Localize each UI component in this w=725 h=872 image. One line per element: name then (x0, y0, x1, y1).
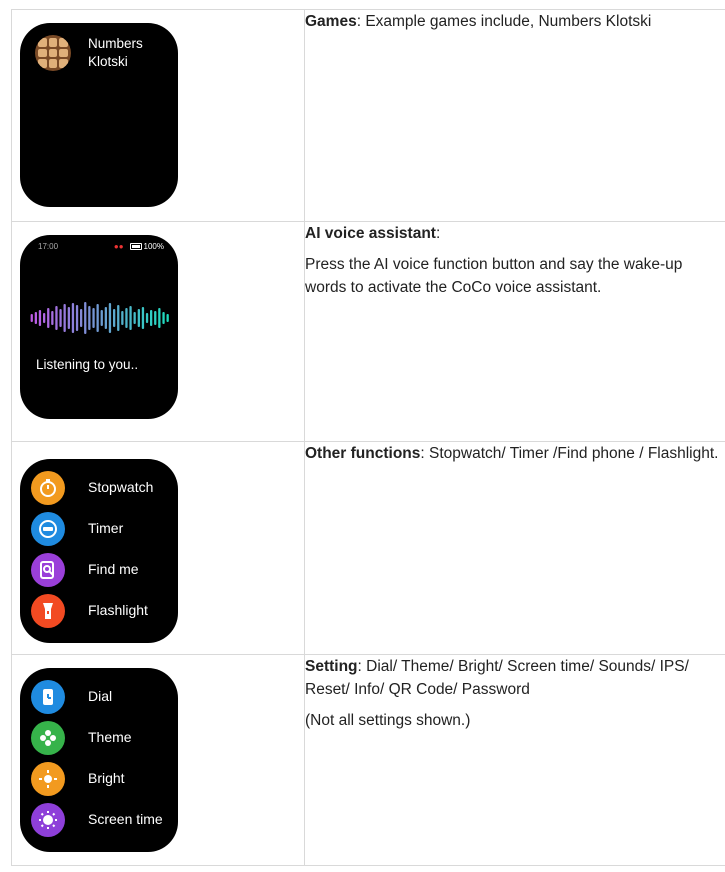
heading-voice-suffix: : (435, 225, 441, 242)
menu-item-timer: Timer (31, 512, 178, 546)
status-right: ●● 100% (114, 242, 164, 251)
watch-screen-voice: 17:00 ●● 100% Listening to you.. (20, 235, 178, 419)
menu-label-flashlight: Flashlight (88, 602, 148, 618)
heading-voice-line: AI voice assistant: (305, 222, 725, 245)
body-setting: : Dial/ Theme/ Bright/ Screen time/ Soun… (305, 658, 689, 698)
description-cell: AI voice assistant: Press the AI voice f… (304, 221, 725, 442)
description-games: Games: Example games include, Numbers Kl… (305, 10, 725, 33)
bright-icon (31, 762, 65, 796)
status-time: 17:00 (38, 242, 59, 251)
body-games: : Example games include, Numbers Klotski (356, 13, 652, 30)
heading-voice: AI voice assistant (305, 225, 436, 242)
watch-cell: Stopwatch Timer Find me Flashlight (11, 441, 305, 655)
watch-screen-setting: Dial Theme Bright Screen time (20, 668, 178, 852)
heading-other: Other functions (305, 445, 421, 462)
theme-icon (31, 721, 65, 755)
game-name-line-2: Klotski (88, 54, 128, 69)
watch-cell: Numbers Klotski (11, 9, 305, 222)
timer-icon (31, 512, 65, 546)
camera-icon: ●● (113, 242, 124, 251)
menu-item-stopwatch: Stopwatch (31, 471, 178, 505)
game-name-line-1: Numbers (88, 36, 143, 51)
battery-icon (129, 243, 142, 251)
table-row-setting: Dial Theme Bright Screen time Setting: D… (11, 654, 725, 866)
stopwatch-icon (31, 471, 65, 505)
screen-time-icon (31, 803, 65, 837)
feature-table: Numbers Klotski Games: Example games inc… (11, 9, 725, 866)
menu-label-theme: Theme (88, 729, 132, 745)
description-other: Other functions: Stopwatch/ Timer /Find … (305, 442, 725, 465)
menu-item-theme: Theme (31, 721, 178, 755)
menu-label-screen-time: Screen time (88, 811, 163, 827)
body-voice: Press the AI voice function button and s… (305, 256, 683, 296)
menu-item-flashlight: Flashlight (31, 594, 178, 628)
description-cell: Setting: Dial/ Theme/ Bright/ Screen tim… (304, 654, 725, 866)
battery-level: 100% (143, 242, 164, 251)
flashlight-icon (31, 594, 65, 628)
table-row-voice: 17:00 ●● 100% Listening to you.. AI voice… (11, 221, 725, 442)
heading-setting: Setting (305, 658, 358, 675)
voice-waveform-icon (30, 302, 169, 334)
menu-label-find-me: Find me (88, 561, 139, 577)
menu-label-dial: Dial (88, 688, 113, 704)
menu-label-stopwatch: Stopwatch (88, 479, 154, 495)
table-row-other: Stopwatch Timer Find me Flashlight Other… (11, 441, 725, 655)
note-setting: (Not all settings shown.) (305, 712, 471, 729)
numbers-klotski-icon (35, 35, 71, 71)
watch-screen-other: Stopwatch Timer Find me Flashlight (20, 459, 178, 643)
menu-item-bright: Bright (31, 762, 178, 796)
menu-item-find-me: Find me (31, 553, 178, 587)
watch-screen-games: Numbers Klotski (20, 23, 178, 207)
watch-cell: Dial Theme Bright Screen time (11, 654, 305, 866)
heading-games: Games (305, 13, 357, 30)
dial-icon (31, 680, 65, 714)
menu-item-dial: Dial (31, 680, 178, 714)
body-other: : Stopwatch/ Timer /Find phone / Flashli… (420, 445, 719, 462)
menu-label-bright: Bright (88, 770, 125, 786)
listening-text: Listening to you.. (36, 357, 139, 372)
description-cell: Games: Example games include, Numbers Kl… (304, 9, 725, 222)
menu-item-screen-time: Screen time (31, 803, 178, 837)
find-icon (31, 553, 65, 587)
watch-cell: 17:00 ●● 100% Listening to you.. (11, 221, 305, 442)
table-row-games: Numbers Klotski Games: Example games inc… (11, 9, 725, 222)
game-name: Numbers Klotski (88, 35, 143, 71)
description-setting: Setting: Dial/ Theme/ Bright/ Screen tim… (305, 655, 725, 701)
menu-label-timer: Timer (88, 520, 124, 536)
description-cell: Other functions: Stopwatch/ Timer /Find … (304, 441, 725, 655)
